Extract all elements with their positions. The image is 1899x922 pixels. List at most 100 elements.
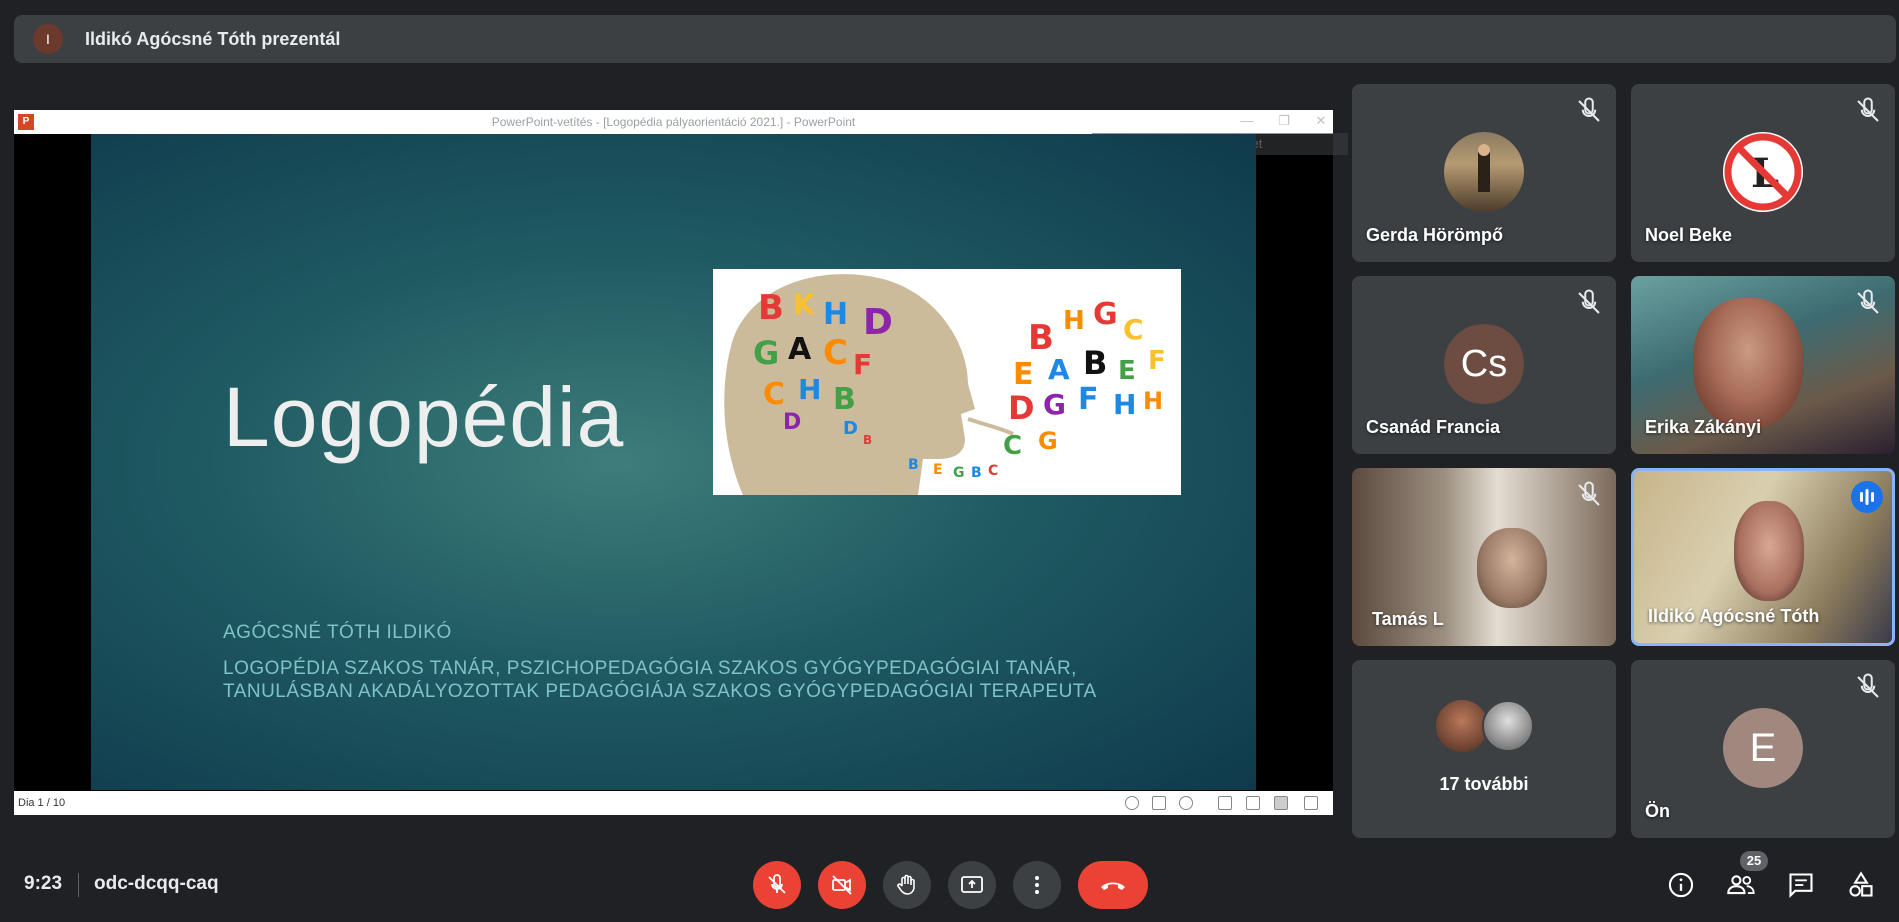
mic-off-icon — [1857, 289, 1879, 314]
slide-role-line-1: LOGOPÉDIA SZAKOS TANÁR, PSZICHOPEDAGÓGIA… — [223, 658, 1077, 679]
svg-text:H: H — [1143, 387, 1163, 415]
present-button[interactable] — [948, 861, 996, 909]
mic-toggle-button[interactable] — [753, 861, 801, 909]
more-participants-label: 17 további — [1439, 774, 1529, 794]
sorter-view-icon[interactable] — [1246, 796, 1260, 810]
camera-off-icon — [832, 875, 852, 895]
participant-tile-csanad[interactable]: Cs Csanád Francia — [1352, 276, 1616, 454]
svg-text:C: C — [763, 377, 785, 412]
svg-text:H: H — [798, 373, 821, 406]
svg-text:B: B — [833, 382, 856, 417]
avatar — [1444, 132, 1524, 212]
mic-off-icon — [768, 874, 786, 894]
slide: Logopédia B K H D G A C F C H B D D B B … — [91, 134, 1256, 790]
avatar — [1436, 700, 1488, 752]
svg-text:G: G — [953, 465, 965, 481]
participant-name: Ön — [1645, 801, 1670, 821]
avatar — [1482, 700, 1534, 752]
svg-text:C: C — [1003, 431, 1022, 461]
meeting-code[interactable]: odc-dcqq-caq — [94, 873, 219, 895]
minimize-icon: — — [1240, 113, 1254, 128]
self-tile[interactable]: E Ön — [1631, 660, 1895, 838]
next-slide-icon[interactable] — [1179, 796, 1193, 810]
chat-icon — [1789, 873, 1813, 899]
svg-text:A: A — [788, 332, 812, 367]
more-participants-tile[interactable]: 17 további — [1352, 660, 1616, 838]
svg-text:F: F — [853, 348, 872, 381]
ppt-window-title: PowerPoint-vetítés - [Logopédia pályaori… — [14, 110, 1333, 134]
svg-text:B: B — [1028, 318, 1054, 358]
mic-off-icon — [1857, 97, 1879, 122]
participant-tile-gerda[interactable]: Gerda Hörömpő — [1352, 84, 1616, 262]
meeting-details-button[interactable] — [1664, 868, 1698, 902]
mic-off-icon — [1578, 481, 1600, 506]
leave-call-button[interactable] — [1078, 861, 1148, 909]
powerpoint-icon: P — [18, 114, 34, 130]
svg-text:G: G — [1093, 297, 1118, 332]
svg-text:A: A — [1048, 353, 1070, 386]
svg-text:E: E — [1118, 356, 1136, 386]
hand-icon — [897, 874, 915, 895]
participant-name: Csanád Francia — [1366, 417, 1501, 437]
svg-text:H: H — [1113, 388, 1136, 421]
presenter-banner-text: Ildikó Agócsné Tóth prezentál — [85, 28, 341, 49]
svg-text:D: D — [1008, 389, 1035, 427]
present-screen-icon — [961, 876, 983, 893]
shared-screen: PowerPoint-vetítés - [Logopédia pályaori… — [14, 110, 1348, 815]
svg-text:G: G — [1038, 427, 1058, 455]
prev-slide-icon[interactable] — [1125, 796, 1139, 810]
ppt-statusbar: Dia 1 / 10 — [14, 791, 1333, 815]
reading-view-icon[interactable] — [1274, 796, 1288, 810]
participant-name: Gerda Hörömpő — [1366, 225, 1504, 245]
svg-text:E: E — [933, 462, 943, 478]
avatar: Cs — [1444, 324, 1524, 404]
svg-text:H: H — [1063, 306, 1085, 336]
info-icon — [1668, 872, 1694, 898]
participant-name: Noel Beke — [1645, 225, 1733, 245]
svg-text:D: D — [843, 418, 858, 439]
svg-text:G: G — [753, 334, 779, 372]
svg-text:C: C — [988, 463, 998, 479]
video-feed — [1693, 298, 1803, 428]
mic-off-icon — [1578, 289, 1600, 314]
close-icon: ✕ — [1315, 113, 1327, 128]
slide-role-line-2: TANULÁSBAN AKADÁLYOZOTTAK PEDAGÓGIÁJA SZ… — [223, 681, 1097, 702]
video-feed — [1477, 528, 1547, 608]
slide-title: Logopédia — [223, 370, 625, 464]
presenter-banner: I Ildikó Agócsné Tóth prezentál — [14, 15, 1896, 63]
video-feed — [1734, 501, 1804, 601]
activities-button[interactable] — [1844, 868, 1878, 902]
normal-view-icon[interactable] — [1218, 796, 1232, 810]
participant-tile-tamas[interactable]: Tamás L — [1352, 468, 1616, 646]
divider — [78, 873, 79, 897]
svg-text:H: H — [823, 297, 848, 332]
menu-icon[interactable] — [1152, 796, 1166, 810]
raise-hand-button[interactable] — [883, 861, 931, 909]
participant-tile-ildiko[interactable]: Ildikó Agócsné Tóth — [1631, 468, 1895, 646]
avatar: L — [1723, 132, 1803, 212]
chat-button[interactable] — [1784, 868, 1818, 902]
svg-text:B: B — [1083, 344, 1107, 382]
mic-off-icon — [1578, 97, 1600, 122]
svg-text:D: D — [863, 302, 893, 343]
people-icon — [1727, 875, 1755, 895]
people-button[interactable] — [1724, 868, 1758, 902]
mic-off-icon — [1857, 673, 1879, 698]
more-options-button[interactable] — [1013, 861, 1061, 909]
end-call-icon — [1101, 882, 1125, 890]
svg-text:F: F — [1078, 382, 1099, 417]
svg-text:B: B — [863, 433, 872, 447]
slide-illustration: B K H D G A C F C H B D D B B E G B C B … — [713, 269, 1181, 495]
clock: 9:23 — [24, 873, 63, 894]
camera-toggle-button[interactable] — [818, 861, 866, 909]
svg-text:K: K — [793, 288, 816, 321]
slideshow-view-icon[interactable] — [1304, 796, 1318, 810]
svg-text:D: D — [783, 410, 801, 435]
participant-tile-noel[interactable]: L Noel Beke — [1631, 84, 1895, 262]
participant-tile-erika[interactable]: Erika Zákányi — [1631, 276, 1895, 454]
participant-name: Ildikó Agócsné Tóth — [1648, 606, 1820, 626]
svg-text:G: G — [1043, 388, 1066, 421]
svg-text:C: C — [823, 333, 848, 373]
slide-counter: Dia 1 / 10 — [18, 797, 66, 809]
restore-icon: ❐ — [1278, 113, 1290, 128]
